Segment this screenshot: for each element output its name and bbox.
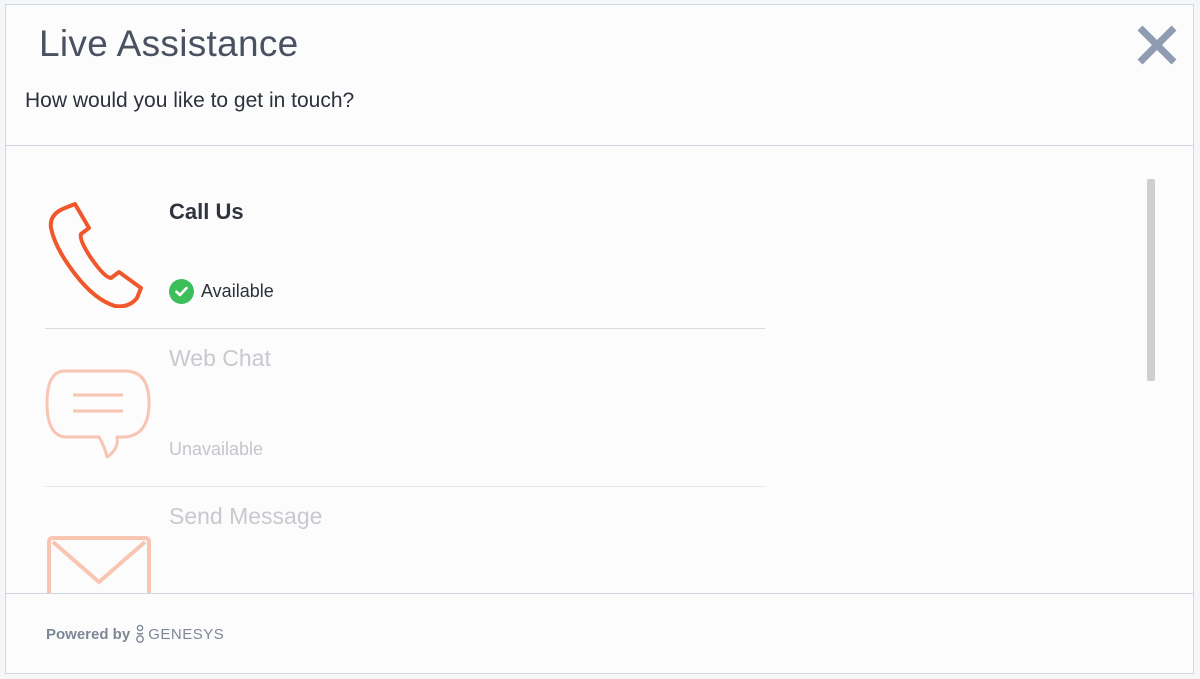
dialog-subtitle: How would you like to get in touch?	[25, 89, 355, 112]
option-call-us[interactable]: Call Us Available	[45, 147, 765, 329]
close-button[interactable]	[1135, 23, 1179, 67]
status-label: Unavailable	[169, 439, 264, 459]
envelope-icon	[47, 536, 151, 594]
brand-name: GENESYS	[148, 625, 225, 643]
option-title: Send Message	[169, 503, 323, 529]
option-send-message: Send Message	[45, 488, 765, 594]
check-circle-icon	[169, 279, 194, 304]
live-assistance-dialog: Live Assistance How would you like to ge…	[5, 4, 1194, 674]
contact-options-list: Call Us Available Web Chat Unavailable S…	[6, 147, 1193, 594]
brand-logo: GENESYS	[134, 624, 224, 644]
option-status: Available	[169, 279, 274, 304]
powered-by: Powered by GENESYS	[46, 624, 224, 644]
option-web-chat: Web Chat Unavailable	[45, 330, 765, 487]
option-status: Unavailable	[169, 439, 263, 460]
genesys-logo-icon	[136, 624, 145, 643]
phone-icon	[48, 202, 143, 308]
powered-by-label: Powered by	[46, 625, 131, 643]
option-title: Web Chat	[169, 345, 271, 371]
chat-bubble-icon	[45, 369, 151, 459]
dialog-footer: Powered by GENESYS	[6, 593, 1193, 673]
dialog-header: Live Assistance How would you like to ge…	[6, 5, 1193, 146]
close-icon	[1137, 25, 1177, 65]
scrollbar-thumb[interactable]	[1147, 179, 1155, 381]
dialog-title: Live Assistance	[39, 23, 299, 64]
status-label: Available	[201, 281, 274, 301]
option-title: Call Us	[169, 199, 244, 224]
